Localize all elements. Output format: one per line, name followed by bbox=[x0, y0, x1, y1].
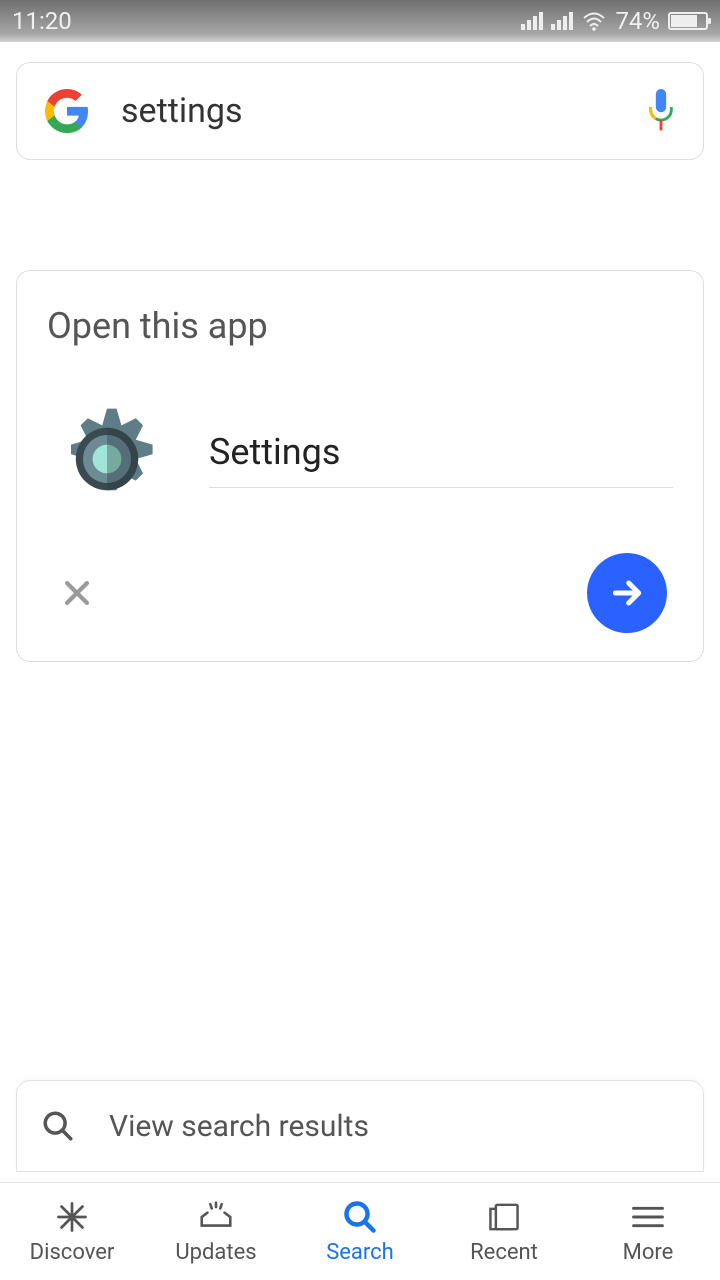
card-title: Open this app bbox=[47, 305, 673, 347]
nav-search[interactable]: Search bbox=[288, 1183, 432, 1280]
discover-icon bbox=[54, 1199, 90, 1235]
google-logo-icon bbox=[43, 87, 91, 135]
search-input[interactable]: settings bbox=[121, 91, 615, 131]
nav-updates[interactable]: Updates bbox=[144, 1183, 288, 1280]
status-bar: 11:20 74% bbox=[0, 0, 720, 42]
view-results-label: View search results bbox=[109, 1109, 369, 1144]
nav-recent-label: Recent bbox=[470, 1240, 538, 1265]
arrow-right-icon bbox=[607, 573, 647, 613]
open-app-card: Open this app Settings bbox=[16, 270, 704, 662]
updates-icon bbox=[196, 1199, 236, 1235]
app-row[interactable]: Settings bbox=[47, 399, 673, 519]
wifi-icon bbox=[581, 11, 607, 31]
search-bar[interactable]: settings bbox=[16, 62, 704, 160]
search-nav-icon bbox=[342, 1199, 378, 1235]
nav-search-label: Search bbox=[326, 1240, 394, 1265]
close-icon bbox=[60, 576, 94, 610]
hamburger-icon bbox=[630, 1204, 666, 1230]
nav-discover-label: Discover bbox=[30, 1240, 115, 1265]
recent-icon bbox=[485, 1200, 523, 1234]
bottom-nav: Discover Updates Search Recent More bbox=[0, 1182, 720, 1280]
nav-updates-label: Updates bbox=[175, 1240, 256, 1265]
signal-1-icon bbox=[521, 12, 543, 30]
search-icon bbox=[41, 1109, 75, 1143]
battery-icon bbox=[668, 12, 708, 30]
nav-more-label: More bbox=[623, 1240, 674, 1265]
dismiss-button[interactable] bbox=[53, 569, 101, 617]
mic-icon[interactable] bbox=[645, 89, 677, 133]
battery-pct: 74% bbox=[615, 7, 660, 35]
open-button[interactable] bbox=[587, 553, 667, 633]
signal-2-icon bbox=[551, 12, 573, 30]
nav-more[interactable]: More bbox=[576, 1183, 720, 1280]
app-name: Settings bbox=[209, 431, 673, 473]
settings-app-icon bbox=[47, 399, 167, 519]
nav-discover[interactable]: Discover bbox=[0, 1183, 144, 1280]
view-results-bar[interactable]: View search results bbox=[16, 1080, 704, 1172]
nav-recent[interactable]: Recent bbox=[432, 1183, 576, 1280]
status-time: 11:20 bbox=[12, 7, 72, 35]
